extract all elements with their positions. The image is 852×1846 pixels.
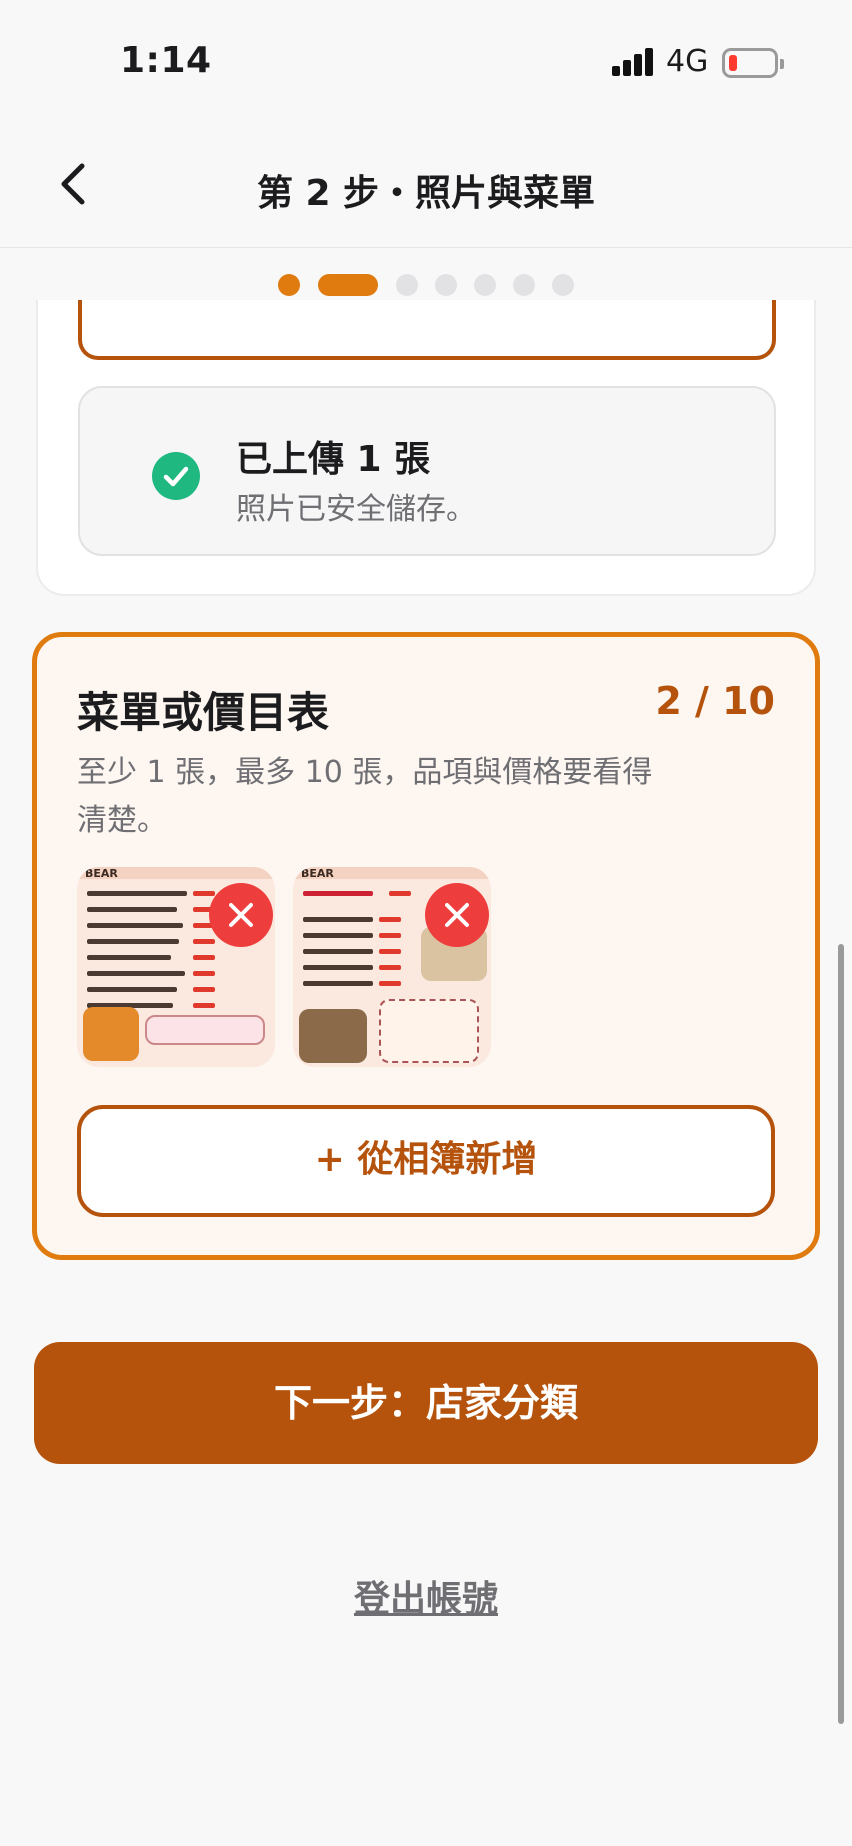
photo-upload-area[interactable] bbox=[78, 300, 776, 360]
check-circle-icon bbox=[152, 452, 200, 500]
status-time: 1:14 bbox=[120, 40, 212, 81]
status-bar: 1:14 4G bbox=[0, 0, 852, 120]
step-dot bbox=[396, 274, 418, 296]
network-type: 4G bbox=[666, 44, 709, 79]
menu-description: 至少 1 張，最多 10 張，品項與價格要看得清楚。 bbox=[77, 755, 653, 838]
upload-status-title: 已上傳 1 張 bbox=[236, 439, 431, 480]
step-dot bbox=[513, 274, 535, 296]
scrollbar[interactable] bbox=[838, 944, 844, 1724]
next-step-button[interactable]: 下一步：店家分類 bbox=[34, 1342, 818, 1464]
step-dot bbox=[435, 274, 457, 296]
step-dot bbox=[552, 274, 574, 296]
menu-title: 菜單或價目表 bbox=[77, 688, 330, 737]
remove-thumbnail-button[interactable] bbox=[209, 883, 273, 947]
thumbnail-label: BEAR bbox=[85, 867, 118, 880]
page-title: 第 2 步・照片與菜單 bbox=[256, 173, 596, 214]
photos-card: 已上傳 1 張 照片已安全儲存。 bbox=[36, 300, 816, 596]
menu-count: 2 / 10 bbox=[655, 679, 775, 723]
step-progress bbox=[0, 274, 852, 298]
thumbnail-label: BEAR bbox=[301, 867, 334, 880]
upload-status-subtitle: 照片已安全儲存。 bbox=[236, 492, 476, 527]
signal-icon bbox=[612, 48, 654, 76]
step-dot bbox=[278, 274, 300, 296]
remove-thumbnail-button[interactable] bbox=[425, 883, 489, 947]
nav-header: 第 2 步・照片與菜單 bbox=[0, 120, 852, 248]
close-icon bbox=[229, 903, 253, 927]
battery-icon bbox=[722, 48, 784, 78]
logout-link[interactable]: 登出帳號 bbox=[0, 1570, 852, 1622]
upload-status: 已上傳 1 張 照片已安全儲存。 bbox=[78, 386, 776, 556]
close-icon bbox=[445, 903, 469, 927]
menu-card: 菜單或價目表 2 / 10 至少 1 張，最多 10 張，品項與價格要看得清楚。… bbox=[32, 632, 820, 1260]
step-dot-current bbox=[318, 274, 378, 296]
step-dot bbox=[474, 274, 496, 296]
add-from-album-button[interactable]: + 從相簿新增 bbox=[77, 1105, 775, 1217]
